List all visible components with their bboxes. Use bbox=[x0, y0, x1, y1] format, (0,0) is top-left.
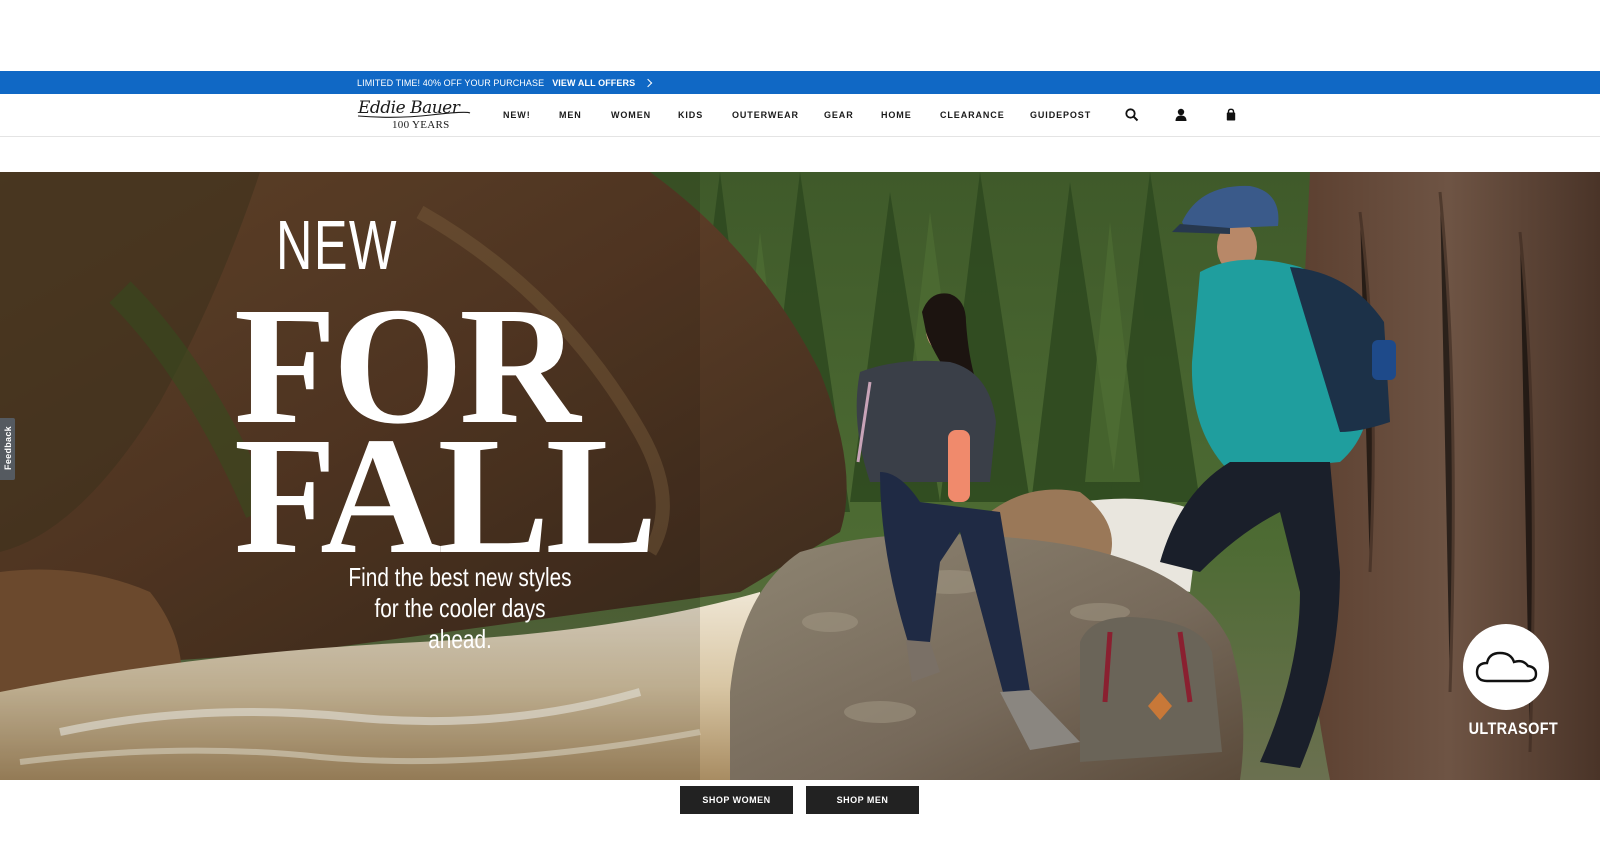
promo-text: LIMITED TIME! 40% OFF YOUR PURCHASE bbox=[357, 77, 545, 88]
backpack-figure bbox=[1080, 617, 1222, 762]
nav-outerwear[interactable]: OUTERWEAR bbox=[732, 94, 799, 137]
hero-banner[interactable]: NEW FOR FALL Find the best new styles fo… bbox=[0, 172, 1600, 780]
nav-men[interactable]: MEN bbox=[559, 94, 582, 137]
hero-subtitle-line-1: Find the best new styles bbox=[348, 562, 572, 592]
eddie-bauer-logo[interactable]: Eddie Bauer 100 YEARS bbox=[356, 98, 472, 134]
nav-clearance[interactable]: CLEARANCE bbox=[940, 94, 1005, 137]
logo-swoosh bbox=[357, 111, 471, 118]
shop-men-button[interactable]: SHOP MEN bbox=[806, 786, 919, 814]
feedback-label: Feedback bbox=[3, 426, 13, 470]
nav-kids[interactable]: KIDS bbox=[678, 94, 703, 137]
promo-content: LIMITED TIME! 40% OFF YOUR PURCHASE VIEW… bbox=[357, 71, 653, 94]
hero-headline-new: NEW bbox=[276, 206, 398, 284]
cloud-icon bbox=[1475, 651, 1538, 683]
chevron-right-icon[interactable] bbox=[643, 78, 653, 88]
shopping-bag-icon[interactable] bbox=[1223, 107, 1239, 123]
ultrasoft-badge: ULTRASOFT bbox=[1462, 624, 1559, 739]
view-all-offers-link[interactable]: VIEW ALL OFFERS bbox=[552, 78, 635, 88]
search-icon[interactable] bbox=[1124, 107, 1140, 123]
nav-gear[interactable]: GEAR bbox=[824, 94, 854, 137]
nav-guidepost[interactable]: GUIDEPOST bbox=[1030, 94, 1091, 137]
hero-subtitle: Find the best new styles for the cooler … bbox=[348, 562, 572, 655]
nav-women[interactable]: WOMEN bbox=[611, 94, 651, 137]
promo-bar: LIMITED TIME! 40% OFF YOUR PURCHASE VIEW… bbox=[0, 71, 1600, 94]
nav-home[interactable]: HOME bbox=[881, 94, 912, 137]
ultrasoft-label: ULTRASOFT bbox=[1468, 719, 1559, 738]
hero-headline-fall: FALL bbox=[234, 403, 658, 589]
ultrasoft-badge-circle bbox=[1463, 624, 1549, 710]
hero-subtitle-line-2: for the cooler days ahead. bbox=[374, 593, 546, 654]
feedback-tab[interactable]: Feedback bbox=[0, 418, 15, 480]
site-header: Eddie Bauer 100 YEARS NEW! MEN WOMEN KID… bbox=[0, 94, 1600, 137]
nav-new[interactable]: NEW! bbox=[503, 94, 531, 137]
account-icon[interactable] bbox=[1173, 107, 1189, 123]
shop-women-button[interactable]: SHOP WOMEN bbox=[680, 786, 793, 814]
logo-years: 100 YEARS bbox=[392, 119, 450, 131]
